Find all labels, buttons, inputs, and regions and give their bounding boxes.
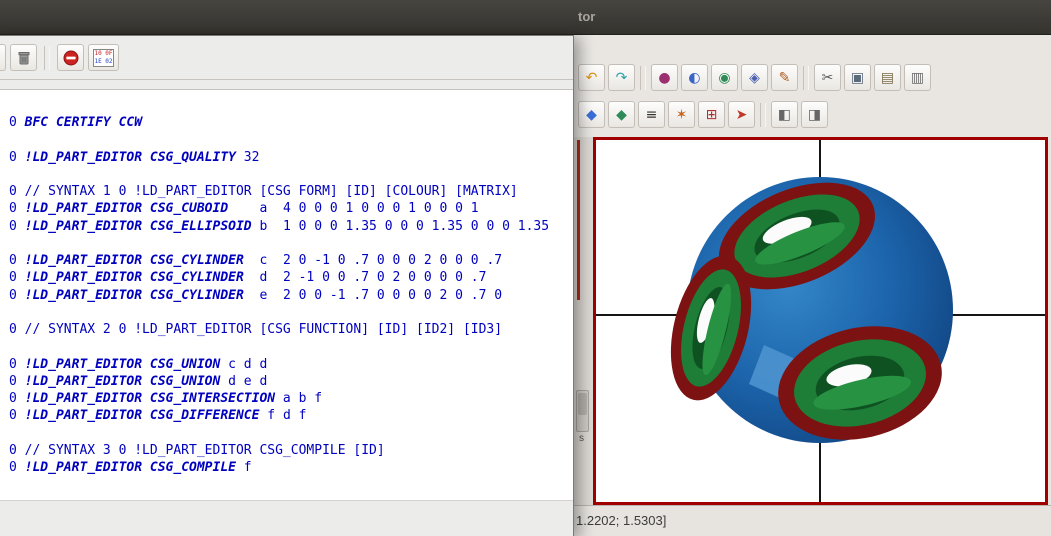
code-line: 0 !LD_PART_EDITOR CSG_INTERSECTION a b f [9,391,323,406]
code-line: 0 !LD_PART_EDITOR CSG_ELLIPSOID b 1 0 0 … [9,218,550,234]
code-line: 0 // SYNTAX 1 0 !LD_PART_EDITOR [CSG FOR… [9,184,518,199]
text-editor-window: 10 0F 1E 02 0 BFC CERTIFY CCW 0 !LD_PART… [0,35,574,536]
delete-line-button[interactable] [10,44,37,71]
toolbar-separator [803,65,809,90]
redo-icon: ↷ [615,69,628,86]
code-line: 0 !LD_PART_EDITOR CSG_QUALITY 32 [9,149,260,165]
delete-button[interactable]: ▥ [904,64,931,91]
code-line: 0 !LD_PART_EDITOR CSG_CYLINDER c 2 0 -1 … [9,253,503,268]
shield-blue-button[interactable]: ◆ [578,101,605,128]
clipped-button[interactable] [0,44,6,71]
paste-button[interactable]: ▤ [874,64,901,91]
window-title: tor [578,9,596,24]
code-line: 0 !LD_PART_EDITOR CSG_DIFFERENCE f d f [9,408,307,424]
3d-viewport[interactable] [593,137,1048,505]
hex-icon: 10 0F 1E 02 [93,48,114,67]
copy-icon: ▣ [850,69,865,86]
window-merge-icon: ◨ [807,106,822,123]
text-lines-button[interactable]: ≡ [638,101,665,128]
undo-button[interactable]: ↶ [578,64,605,91]
window-split-icon: ◧ [777,106,792,123]
cylinder-icon: ◐ [688,69,701,86]
main-titlebar: tor [0,0,1051,35]
code-line: 0 !LD_PART_EDITOR CSG_CYLINDER d 2 -1 0 … [9,270,487,286]
trash-icon: ▥ [910,69,925,86]
globe-tool-button[interactable]: ◉ [711,64,738,91]
window-merge-button[interactable]: ◨ [801,101,828,128]
grid-button[interactable]: ⊞ [698,101,725,128]
toolbar-row-2: ◆ ◆ ≡ ✶ ⊞ ➤ ◧ ◨ [578,101,828,128]
grid-icon: ⊞ [705,106,718,123]
scissors-icon: ✂ [821,69,834,86]
brush-icon: ✎ [778,69,791,86]
copy-button[interactable]: ▣ [844,64,871,91]
hex-view-button[interactable]: 10 0F 1E 02 [88,44,119,71]
code-line: 0 !LD_PART_EDITOR CSG_UNION c d d [9,356,268,372]
code-line: 0 !LD_PART_EDITOR CSG_CUBOID a 4 0 0 0 1… [9,201,479,217]
editor-toolbar: 10 0F 1E 02 [0,36,573,80]
code-line: 0 !LD_PART_EDITOR CSG_COMPILE f [9,460,252,475]
cut-button[interactable]: ✂ [814,64,841,91]
globe-icon: ◉ [718,69,731,86]
sphere-tool-button[interactable]: ● [651,64,678,91]
code-area[interactable]: 0 BFC CERTIFY CCW 0 !LD_PART_EDITOR CSG_… [0,89,573,500]
orange-brush-button[interactable]: ✶ [668,101,695,128]
code-line: 0 // SYNTAX 2 0 !LD_PART_EDITOR [CSG FUN… [9,322,503,337]
cylinder-tool-button[interactable]: ◐ [681,64,708,91]
side-strip: s [574,137,593,505]
window-split-button[interactable]: ◧ [771,101,798,128]
code-line: 0 !LD_PART_EDITOR CSG_UNION d e d [9,373,268,389]
csg-model-canvas [596,140,1045,502]
toolbar-separator [640,65,646,90]
toolbar-separator [760,102,766,127]
undo-icon: ↶ [585,69,598,86]
side-strip-label: s [579,433,584,444]
csg-model [670,177,953,443]
orange-brush-icon: ✶ [675,106,688,123]
lines-icon: ≡ [645,106,658,123]
mini-scrollbar-thumb[interactable] [578,393,587,415]
mini-scrollbar[interactable] [576,390,589,432]
shield-green-button[interactable]: ◆ [608,101,635,128]
shield-alt-icon: ◆ [616,106,627,123]
redo-button[interactable]: ↷ [608,64,635,91]
toolbar-row-1: ↶ ↷ ● ◐ ◉ ◈ ✎ ✂ ▣ ▤ ▥ [578,64,931,91]
prism-icon: ◈ [749,69,760,86]
toolbar-separator [44,45,50,70]
shield-icon: ◆ [586,106,597,123]
editor-bottom-bar [0,500,573,536]
code-line: 0 // SYNTAX 3 0 !LD_PART_EDITOR CSG_COMP… [9,442,385,458]
clipboard-icon: ▤ [880,69,895,86]
pointer-button[interactable]: ➤ [728,101,755,128]
pointer-icon: ➤ [735,106,748,123]
brush-tool-button[interactable]: ✎ [771,64,798,91]
hidden-view-border [577,140,580,300]
trash-icon [18,51,29,64]
code-line: 0 !LD_PART_EDITOR CSG_CYLINDER e 2 0 0 -… [9,287,503,303]
sphere-icon: ● [658,69,671,86]
prism-tool-button[interactable]: ◈ [741,64,768,91]
cursor-coordinates: 1.2202; 1.5303] [576,513,667,528]
hide-lines-button[interactable] [57,44,84,71]
code-line: 0 BFC CERTIFY CCW [9,115,143,130]
no-entry-icon [63,50,78,65]
